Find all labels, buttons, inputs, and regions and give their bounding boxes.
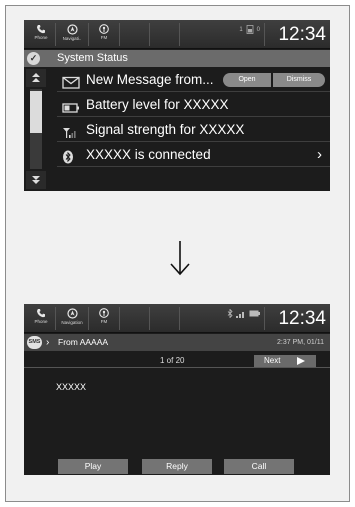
indicator-top: 1 — [239, 26, 243, 33]
navigation-label: Navigation — [61, 320, 83, 325]
status-indicators — [227, 309, 260, 318]
message-header: SMS › From AAAAA 2:37 PM, 01/11 — [24, 334, 330, 351]
signal-icon — [62, 123, 80, 138]
navigation-button[interactable]: Navigation — [58, 305, 86, 332]
radio-icon — [99, 308, 109, 318]
signal-indicator-icon — [236, 311, 244, 318]
divider — [119, 307, 120, 330]
phone-button[interactable]: Phone — [28, 21, 54, 48]
next-label: Next — [264, 356, 281, 365]
status-item-signal[interactable]: Signal strength for XXXXX — [57, 118, 330, 142]
divider — [55, 23, 56, 46]
divider — [149, 307, 150, 330]
message-body: XXXXX — [56, 382, 87, 392]
bluetooth-icon — [62, 148, 80, 164]
system-status-header: ✓ System Status — [24, 50, 330, 67]
call-button[interactable]: Call — [224, 459, 294, 474]
divider — [179, 307, 180, 330]
arrow-down-icon — [170, 241, 190, 276]
scroll-up-icon[interactable] — [26, 69, 46, 87]
open-button[interactable]: Open — [223, 73, 271, 87]
next-button[interactable]: Next — [254, 355, 316, 367]
fm-label: FM — [100, 319, 108, 324]
navigation-button[interactable]: Navigati.. — [58, 21, 86, 48]
message-actions: Play Reply Call — [24, 458, 330, 475]
phone-label: Phone — [34, 35, 48, 40]
check-icon[interactable]: ✓ — [27, 52, 40, 65]
divider — [55, 307, 56, 330]
divider — [179, 23, 180, 46]
divider — [149, 23, 150, 46]
chevron-right-icon[interactable]: › — [317, 143, 322, 167]
reply-button[interactable]: Reply — [142, 459, 212, 474]
scroll-down-icon[interactable] — [26, 171, 46, 189]
battery-indicator-icon — [249, 310, 260, 317]
status-item-text: XXXXX is connected — [86, 147, 211, 162]
status-bar: Phone Navigati.. FM 1 0 12:34 — [24, 20, 330, 49]
status-indicators: 1 0 — [239, 25, 260, 34]
message-time: 2:37 PM, 01/11 — [277, 339, 324, 346]
fm-button[interactable]: FM — [91, 21, 117, 48]
play-arrow-icon — [297, 357, 305, 365]
scroll-thumb[interactable] — [30, 91, 42, 133]
page-count: 1 of 20 — [160, 356, 185, 365]
dismiss-button[interactable]: Dismiss — [273, 73, 325, 87]
sms-icon: SMS — [27, 336, 42, 349]
status-item-bluetooth[interactable]: XXXXX is connected › — [57, 143, 330, 167]
message-sender: From AAAAA — [58, 337, 109, 347]
scrollbar[interactable] — [26, 69, 46, 189]
envelope-icon — [62, 73, 80, 89]
navigation-icon — [66, 308, 78, 319]
status-item-battery[interactable]: Battery level for XXXXX — [57, 93, 330, 117]
divider — [88, 23, 89, 46]
phone-button[interactable]: Phone — [28, 305, 54, 332]
clock: 12:34 — [264, 307, 326, 330]
scroll-track[interactable] — [30, 89, 42, 169]
message-pager: 1 of 20 Next — [24, 354, 330, 368]
divider — [119, 23, 120, 46]
message-screen: Phone Navigation FM 12:34 SMS › From AAA… — [24, 304, 330, 475]
status-item-text: New Message from... — [86, 72, 214, 87]
phone-icon — [37, 309, 45, 318]
battery-icon — [62, 98, 80, 113]
divider — [88, 307, 89, 330]
phone-battery-icon — [246, 25, 254, 34]
fm-button[interactable]: FM — [91, 305, 117, 332]
status-item-text: Signal strength for XXXXX — [86, 122, 245, 137]
phone-icon — [37, 25, 45, 34]
play-button[interactable]: Play — [58, 459, 128, 474]
navigation-label: Navigati.. — [62, 36, 82, 41]
radio-icon — [99, 24, 109, 34]
status-bar: Phone Navigation FM 12:34 — [24, 304, 330, 333]
bluetooth-indicator-icon — [227, 309, 233, 318]
status-item-new-message[interactable]: New Message from... Open Dismiss — [57, 68, 330, 92]
indicator-bottom: 0 — [256, 26, 260, 33]
system-status-title: System Status — [57, 52, 128, 64]
phone-label: Phone — [34, 319, 48, 324]
chevron-right-icon: › — [46, 337, 50, 348]
navigation-icon — [66, 24, 78, 35]
fm-label: FM — [100, 35, 108, 40]
status-item-text: Battery level for XXXXX — [86, 97, 229, 112]
clock: 12:34 — [264, 23, 326, 46]
system-status-screen: Phone Navigati.. FM 1 0 12:34 ✓ System S… — [24, 20, 330, 191]
